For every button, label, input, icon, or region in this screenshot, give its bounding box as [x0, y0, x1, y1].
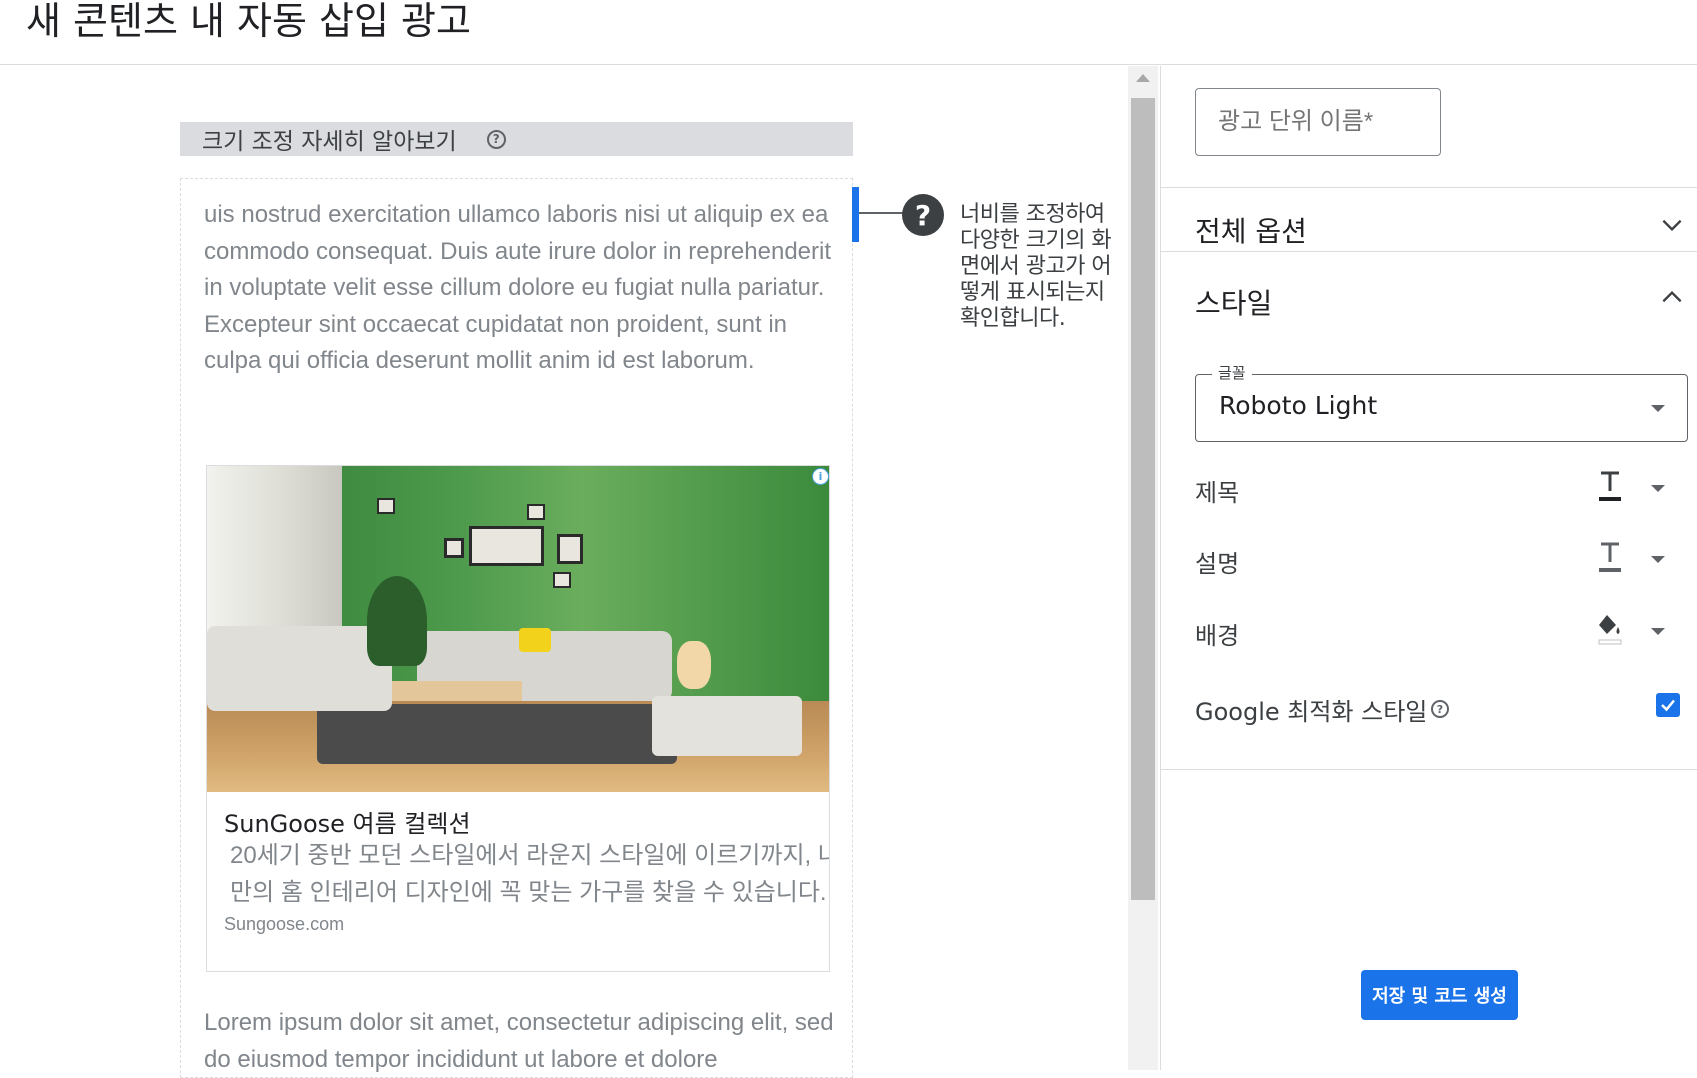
tip-connector: [859, 212, 904, 214]
ad-description: 20세기 중반 모던 스타일에서 라운지 스타일에 이르기까지, 나만의 홈 인…: [230, 842, 830, 906]
google-optimized-row: Google 최적화 스타일 ?: [1195, 686, 1680, 726]
google-optimized-checkbox[interactable]: [1656, 693, 1680, 717]
divider: [1161, 187, 1697, 188]
article-paragraph: uis nostrud exercitation ullamco laboris…: [204, 201, 832, 374]
help-icon[interactable]: ?: [1431, 700, 1449, 718]
save-and-get-code-button[interactable]: 저장 및 코드 생성: [1361, 970, 1518, 1020]
scrollbar-thumb[interactable]: [1131, 98, 1155, 900]
ad-domain[interactable]: Sungoose.com: [224, 914, 344, 935]
ad-info-icon[interactable]: i: [812, 468, 829, 485]
in-article-ad[interactable]: i SunGoose 여름 컬렉션 20세기 중반 모던 스타일에서 라운지 스…: [206, 465, 830, 972]
global-options-header[interactable]: 전체 옵션: [1195, 202, 1685, 252]
background-style-row: 배경: [1195, 612, 1665, 652]
title-style-label: 제목: [1195, 479, 1240, 507]
scroll-up-arrow-icon[interactable]: [1136, 74, 1150, 82]
font-select-label: 글꼴: [1212, 362, 1252, 383]
resize-handle[interactable]: [852, 187, 859, 242]
question-icon: ?: [902, 194, 944, 236]
description-style-row: 설명: [1195, 540, 1665, 580]
checkmark-icon: [1661, 699, 1675, 712]
fill-color-icon[interactable]: [1595, 612, 1625, 648]
style-label: 스타일: [1195, 287, 1273, 320]
resize-tip-text: 너비를 조정하여 다양한 크기의 화면에서 광고가 어떻게 표시되는지 확인합니…: [960, 202, 1112, 331]
ad-headline[interactable]: SunGoose 여름 컬렉션: [224, 804, 471, 839]
preview-article: uis nostrud exercitation ullamco laboris…: [180, 178, 853, 1078]
preview-scrollbar[interactable]: [1128, 66, 1158, 1070]
chevron-down-icon[interactable]: [1659, 212, 1685, 238]
ad-image: i: [207, 466, 829, 792]
global-options-label: 전체 옵션: [1195, 215, 1307, 248]
text-color-icon[interactable]: [1595, 540, 1625, 576]
page-title: 새 콘텐츠 내 자동 삽입 광고: [26, 0, 471, 43]
google-optimized-label: Google 최적화 스타일: [1195, 698, 1428, 726]
font-select[interactable]: 글꼴 Roboto Light: [1195, 362, 1688, 442]
dropdown-arrow-icon[interactable]: [1651, 485, 1665, 492]
preview-area: 크기 조정 자세히 알아보기 ? uis nostrud exercitatio…: [0, 66, 1128, 1078]
description-style-label: 설명: [1195, 550, 1240, 578]
dropdown-arrow-icon[interactable]: [1651, 628, 1665, 635]
page-header: 새 콘텐츠 내 자동 삽입 광고: [0, 0, 1697, 65]
help-icon[interactable]: ?: [486, 129, 506, 149]
article-paragraph: Lorem ipsum dolor sit amet, consectetur …: [204, 1009, 834, 1073]
background-style-label: 배경: [1195, 622, 1240, 650]
resize-info-bar: 크기 조정 자세히 알아보기 ?: [180, 122, 853, 156]
dropdown-arrow-icon[interactable]: [1651, 556, 1665, 563]
style-header[interactable]: 스타일: [1195, 274, 1685, 324]
settings-panel: 전체 옵션 스타일 글꼴 Roboto Light 제목 설명 배경: [1160, 66, 1697, 1070]
chevron-up-icon[interactable]: [1659, 284, 1685, 310]
font-select-value: Roboto Light: [1219, 391, 1378, 420]
resize-learn-more-link[interactable]: 크기 조정 자세히 알아보기: [202, 122, 457, 156]
divider: [1161, 251, 1697, 252]
title-style-row: 제목: [1195, 469, 1665, 509]
ad-unit-name-input[interactable]: [1195, 88, 1441, 156]
dropdown-arrow-icon: [1651, 405, 1665, 412]
text-color-icon[interactable]: [1595, 469, 1625, 505]
divider: [1161, 769, 1697, 770]
